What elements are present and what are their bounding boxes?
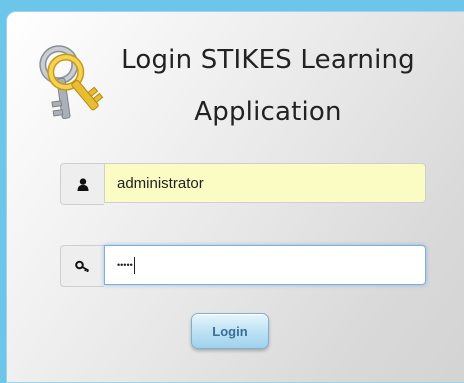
password-value: ••••• — [117, 260, 133, 270]
username-input[interactable]: administrator — [104, 163, 426, 203]
text-caret — [133, 256, 135, 274]
user-icon — [77, 177, 88, 191]
page-title: Login STIKES Learning Application — [98, 34, 438, 138]
username-addon — [60, 163, 104, 205]
password-addon — [60, 245, 104, 287]
keys-icon — [35, 40, 105, 122]
title-line-1: Login STIKES Learning — [121, 45, 415, 75]
title-line-2: Application — [194, 97, 342, 127]
username-value: administrator — [117, 174, 204, 192]
login-button[interactable]: Login — [191, 313, 269, 349]
key-icon — [74, 260, 89, 272]
username-field-group: administrator — [60, 163, 428, 205]
password-input[interactable]: ••••• — [104, 245, 426, 285]
password-field-group: ••••• — [60, 245, 428, 287]
